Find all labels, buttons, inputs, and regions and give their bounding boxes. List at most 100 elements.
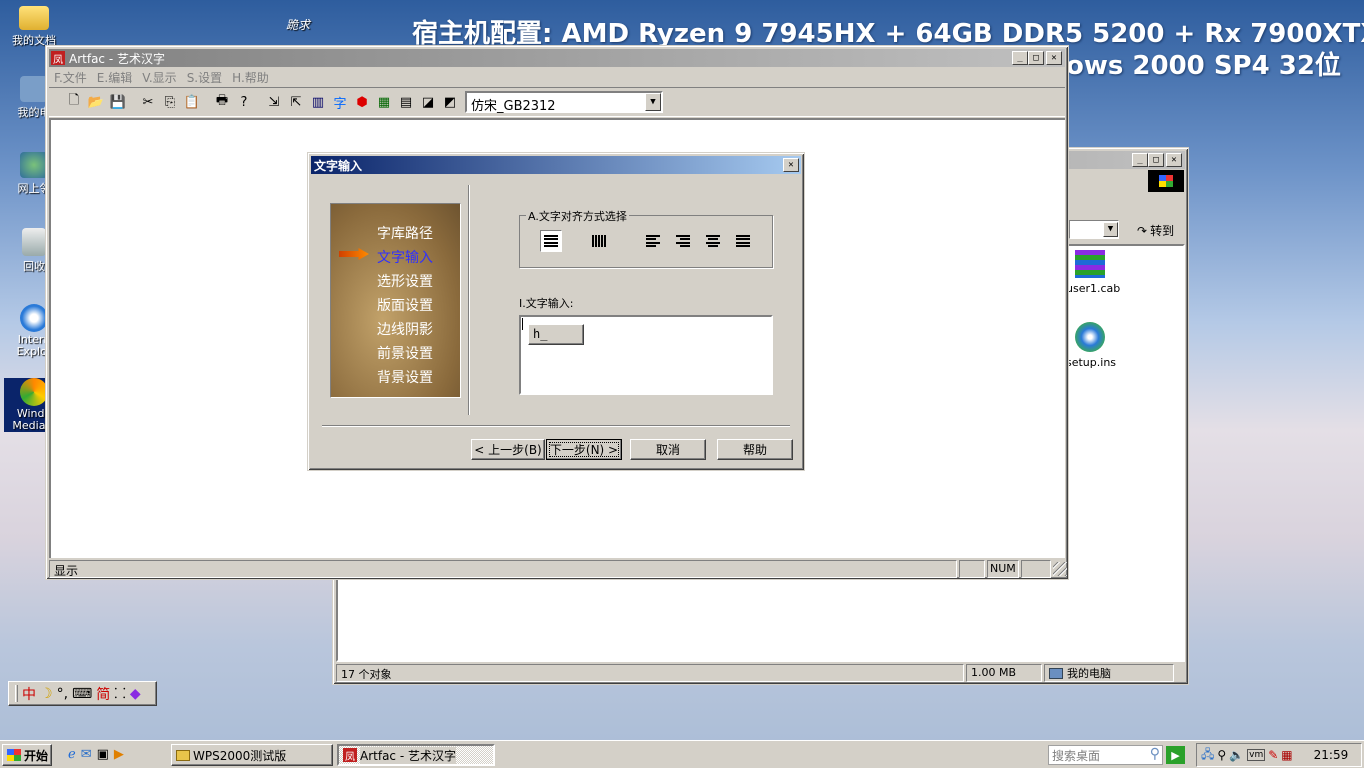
ime-simplified-toggle[interactable]: 简 (96, 684, 110, 704)
explorer-status-location: 我的电脑 (1044, 664, 1174, 682)
keyboard-icon[interactable]: ⌨ (72, 686, 92, 702)
network-icon[interactable]: 🖧 (1201, 745, 1214, 766)
step-shape-settings[interactable]: 选形设置 (377, 270, 433, 294)
layout-icon[interactable]: ▦ (373, 91, 395, 113)
internet-explorer-icon (20, 304, 48, 332)
shape-icon[interactable]: ⬢ (351, 91, 373, 113)
search-icon[interactable]: ⚲ (1150, 746, 1160, 762)
foreground-icon[interactable]: ◪ (417, 91, 439, 113)
media-player-icon (20, 378, 48, 406)
artfac-title-bar[interactable]: 凤 Artfac - 艺术汉字 (49, 49, 1065, 67)
menu-help[interactable]: H.帮助 (232, 69, 269, 86)
minimize-button[interactable]: _ (1012, 51, 1028, 65)
step-text-input[interactable]: 文字输入 (377, 246, 433, 270)
desktop-search-input[interactable]: 搜索桌面 ⚲ (1048, 745, 1163, 765)
close-button[interactable]: ✕ (1166, 153, 1182, 167)
menu-view[interactable]: V.显示 (142, 69, 176, 86)
vmware-tools-icon[interactable]: vm (1247, 749, 1266, 761)
step-layout-settings[interactable]: 版面设置 (377, 294, 433, 318)
text-input-area[interactable]: h_ (519, 315, 773, 395)
prev-button[interactable]: < 上一步(B) (471, 439, 545, 460)
step-background[interactable]: 背景设置 (377, 366, 433, 390)
chevron-down-icon[interactable]: ▼ (645, 93, 661, 111)
chevron-down-icon[interactable]: ▼ (1103, 222, 1118, 237)
step-font-path[interactable]: 字库路径 (377, 222, 433, 246)
step-foreground[interactable]: 前景设置 (377, 342, 433, 366)
close-button[interactable]: ✕ (1046, 51, 1062, 65)
align-right-button[interactable] (672, 230, 694, 252)
file-item[interactable]: user1.cab (1066, 250, 1120, 295)
align-group-label: A.文字对齐方式选择 (526, 208, 629, 224)
copy-icon[interactable]: ⎘ (159, 91, 181, 113)
drag-handle[interactable] (15, 685, 18, 702)
outlook-icon[interactable]: ✉ (81, 747, 92, 762)
next-button[interactable]: 下一步(N) > (546, 439, 622, 460)
open-folder-icon[interactable]: 📂 (85, 91, 107, 113)
help-icon[interactable]: ? (233, 91, 255, 113)
font-select[interactable]: 仿宋_GB2312 ▼ (465, 91, 663, 114)
menu-file[interactable]: F.文件 (54, 69, 87, 86)
security-icon[interactable]: ▦ (1281, 748, 1292, 762)
shadow-icon[interactable]: ▤ (395, 91, 417, 113)
pen-icon[interactable]: ✎ (1268, 748, 1278, 762)
align-left-button[interactable] (642, 230, 664, 252)
ime-mode-toggle[interactable]: 中 (22, 684, 36, 704)
current-step-arrow-icon (339, 248, 369, 260)
start-button[interactable]: 开始 (2, 744, 52, 766)
location-label: 我的电脑 (1067, 667, 1111, 680)
goto-button[interactable]: ↷ 转到 (1137, 222, 1174, 239)
ime-book-icon[interactable]: ◆ (130, 686, 141, 702)
help-button[interactable]: 帮助 (717, 439, 793, 460)
clock: 21:59 (1313, 748, 1349, 762)
menu-settings[interactable]: S.设置 (187, 69, 222, 86)
status-text: 显示 (49, 560, 957, 578)
media-player-icon[interactable]: ▶ (114, 747, 124, 762)
dialog-title: 文字输入 (314, 158, 363, 173)
taskbar-item-artfac[interactable]: 凤 Artfac - 艺术汉字 (337, 744, 495, 766)
maximize-button[interactable]: □ (1148, 153, 1164, 167)
save-icon[interactable]: 💾 (107, 91, 129, 113)
step-border-shadow[interactable]: 边线阴影 (377, 318, 433, 342)
align-center-icon (706, 235, 720, 247)
show-desktop-icon[interactable]: ▣ (97, 747, 109, 762)
taskbar-item-wps[interactable]: WPS2000测试版 (171, 744, 333, 766)
cancel-button[interactable]: 取消 (630, 439, 706, 460)
windows-logo-icon (7, 749, 21, 761)
moon-icon[interactable]: ☽ (40, 686, 53, 702)
background-icon[interactable]: ◩ (439, 91, 461, 113)
cut-icon[interactable]: ✂ (137, 91, 159, 113)
app-icon: 凤 (51, 51, 65, 66)
close-button[interactable]: ✕ (783, 158, 799, 172)
desktop-icon-my-documents[interactable]: 我的文档 (4, 6, 64, 48)
minimize-button[interactable]: _ (1132, 153, 1148, 167)
search-go-icon[interactable]: ▶ (1166, 746, 1185, 764)
paste-icon[interactable]: 📋 (181, 91, 203, 113)
align-justify-button[interactable] (732, 230, 754, 252)
file-item[interactable]: setup.ins (1066, 322, 1116, 369)
search-icon[interactable]: ⚲ (1217, 748, 1226, 762)
maximize-button[interactable]: □ (1028, 51, 1044, 65)
align-vertical-columns-button[interactable] (588, 230, 610, 252)
computer-icon (1049, 667, 1063, 679)
ime-composition-window: h_ (528, 324, 584, 345)
text-input-icon[interactable]: 字 (329, 91, 351, 113)
font-library-icon[interactable]: ▥ (307, 91, 329, 113)
print-icon[interactable]: 🖶 (211, 91, 233, 113)
folder-icon (176, 749, 190, 761)
address-combo[interactable]: ▼ (1069, 220, 1119, 239)
align-center-button[interactable] (702, 230, 724, 252)
soft-keyboard-icon[interactable]: ⸬ (114, 684, 126, 703)
punctuation-icon[interactable]: °, (57, 686, 68, 702)
internet-explorer-icon[interactable]: ℯ (68, 747, 76, 762)
export-icon[interactable]: ⇱ (285, 91, 307, 113)
folder-icon (19, 6, 49, 30)
resize-grip[interactable] (1053, 562, 1067, 576)
align-center-vertical-button[interactable] (540, 230, 562, 252)
new-file-icon[interactable]: 🗋 (63, 91, 85, 113)
menu-edit[interactable]: E.编辑 (97, 69, 132, 86)
explorer-status-count: 17 个对象 (336, 664, 964, 682)
volume-icon[interactable]: 🔈 (1229, 748, 1244, 762)
dialog-title-bar[interactable]: 文字输入 (311, 156, 801, 174)
import-icon[interactable]: ⇲ (263, 91, 285, 113)
wizard-steps-panel: 字库路径 文字输入 选形设置 版面设置 边线阴影 前景设置 背景设置 (330, 203, 461, 398)
